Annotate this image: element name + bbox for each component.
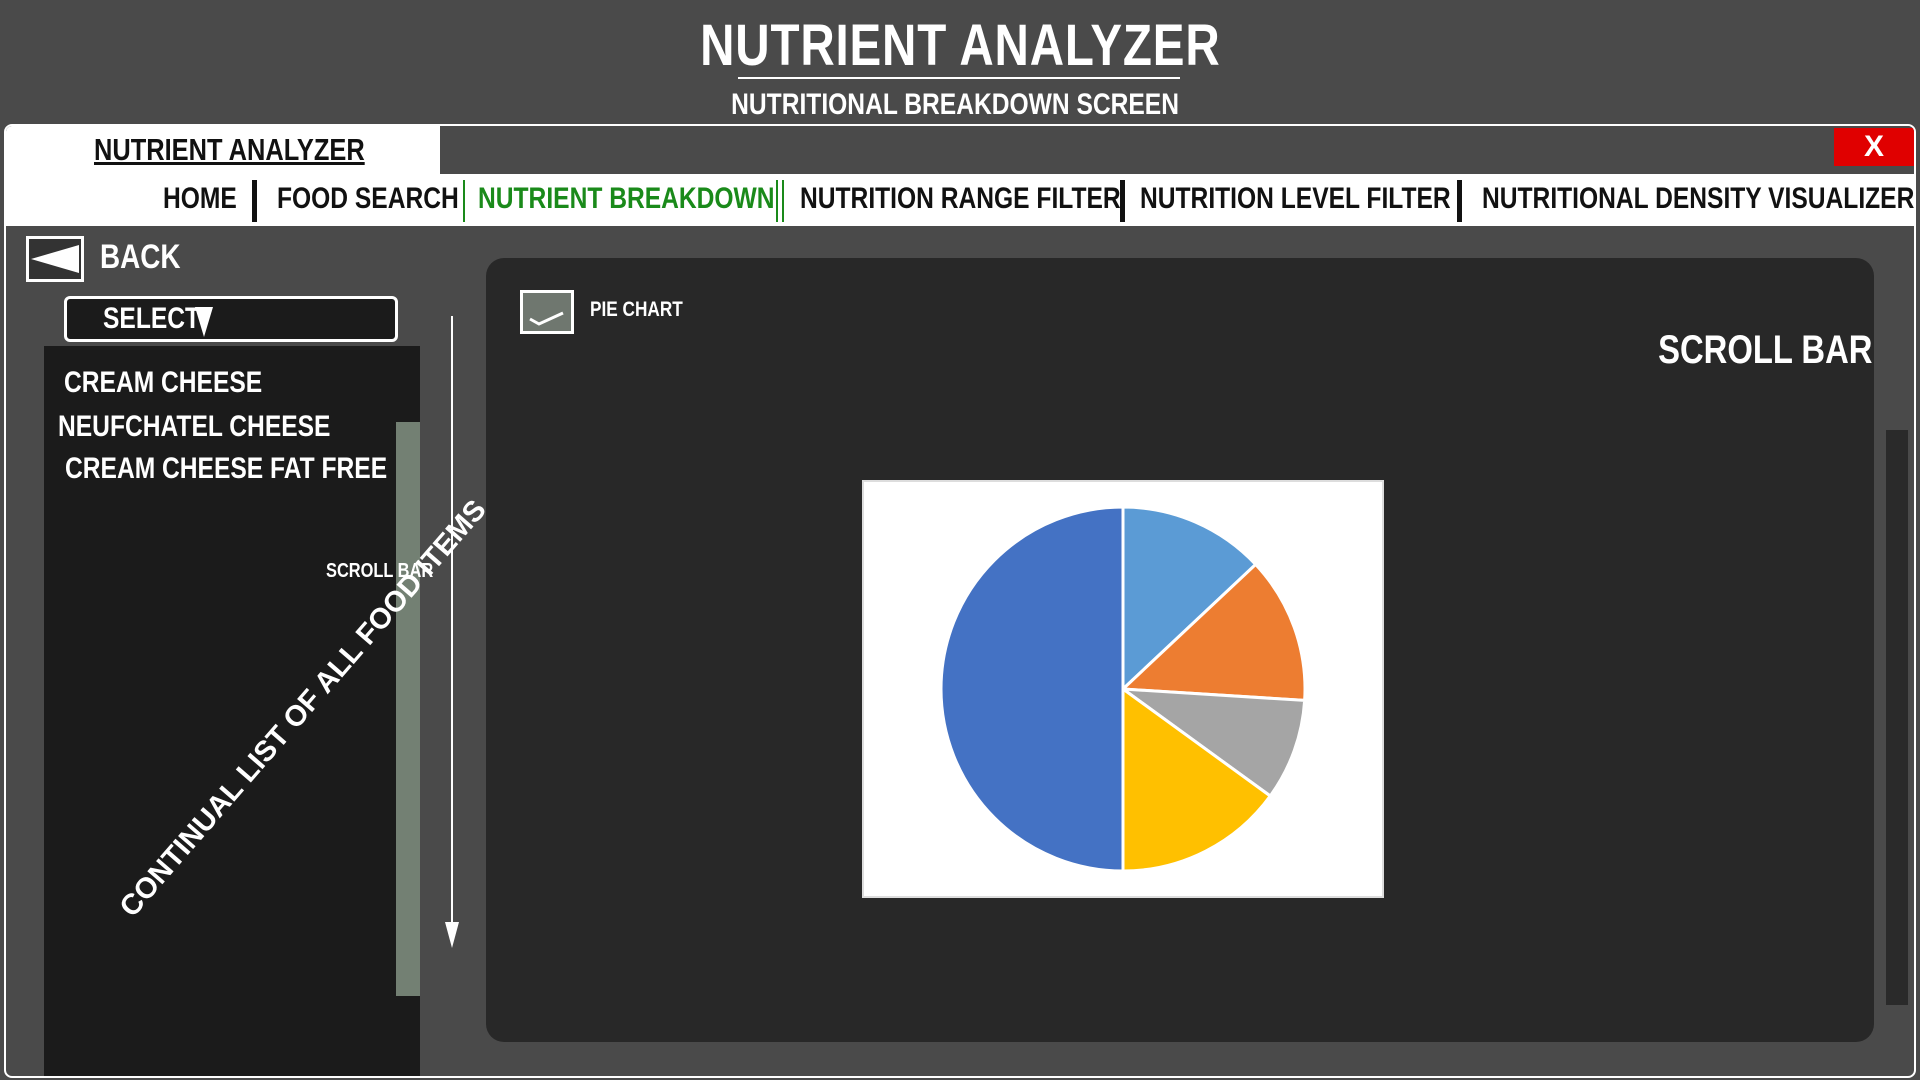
window-tab[interactable]: NUTRIENT ANALYZER xyxy=(6,126,440,174)
back-button[interactable] xyxy=(26,236,84,282)
list-item[interactable]: NEUFCHATEL CHEESE xyxy=(58,410,390,444)
pie-chart-svg xyxy=(939,505,1307,873)
food-list: CREAM CHEESE NEUFCHATEL CHEESE CREAM CHE… xyxy=(44,346,493,1076)
app-window: NUTRIENT ANALYZER X HOME FOOD SEARCH NUT… xyxy=(4,124,1916,1078)
scroll-bar-label: SCROLL BAR xyxy=(1657,328,1872,372)
pie-chart xyxy=(862,480,1384,898)
nav-nutrition-level-filter[interactable]: NUTRITION LEVEL FILTER xyxy=(1140,182,1519,216)
nav-home[interactable]: HOME xyxy=(163,182,253,216)
screen-subtitle: NUTRITIONAL BREAKDOWN SCREEN xyxy=(731,88,1179,121)
chevron-down-icon xyxy=(195,307,213,337)
list-annotation: CONTINUAL LIST OF ALL FOOD ITEMS xyxy=(113,494,493,924)
select-label: SELECT xyxy=(103,302,201,335)
back-label: BACK xyxy=(100,238,181,276)
nav-nutritional-density-visualizer[interactable]: NUTRITIONAL DENSITY VISUALIZER xyxy=(1482,182,1914,216)
close-button[interactable]: X xyxy=(1834,128,1914,166)
back-arrow-icon xyxy=(31,245,79,273)
title-underline xyxy=(738,77,1180,79)
pie-chart-checkbox[interactable] xyxy=(520,290,574,334)
checkmark-icon xyxy=(529,311,564,326)
nav-separator xyxy=(1457,180,1462,222)
nav-food-search[interactable]: FOOD SEARCH xyxy=(277,182,499,216)
nav-nutrition-range-filter[interactable]: NUTRITION RANGE FILTER xyxy=(800,182,1191,216)
main-scrollbar[interactable] xyxy=(1886,430,1908,1005)
breakdown-panel: PIE CHART SCROLL BAR xyxy=(486,258,1874,1042)
list-scrollbar[interactable] xyxy=(396,422,420,996)
food-select-dropdown[interactable]: SELECT xyxy=(64,296,398,342)
arrow-down-icon xyxy=(445,316,459,948)
pie-slice xyxy=(939,505,1125,873)
nav-separator xyxy=(1120,180,1125,222)
app-title: NUTRIENT ANALYZER xyxy=(699,13,1221,78)
nav-separator xyxy=(776,180,778,222)
window-tab-label: NUTRIENT ANALYZER xyxy=(94,132,365,167)
list-item[interactable]: CREAM CHEESE xyxy=(64,366,306,400)
window-titlebar: NUTRIENT ANALYZER X xyxy=(6,126,1914,174)
pie-chart-label: PIE CHART xyxy=(590,298,683,321)
nav-separator xyxy=(252,180,257,222)
nav-separator xyxy=(463,180,465,222)
nav-bar: HOME FOOD SEARCH NUTRIENT BREAKDOWN NUTR… xyxy=(6,174,1914,226)
nav-separator xyxy=(782,180,784,222)
nav-nutrient-breakdown[interactable]: NUTRIENT BREAKDOWN xyxy=(478,182,840,216)
